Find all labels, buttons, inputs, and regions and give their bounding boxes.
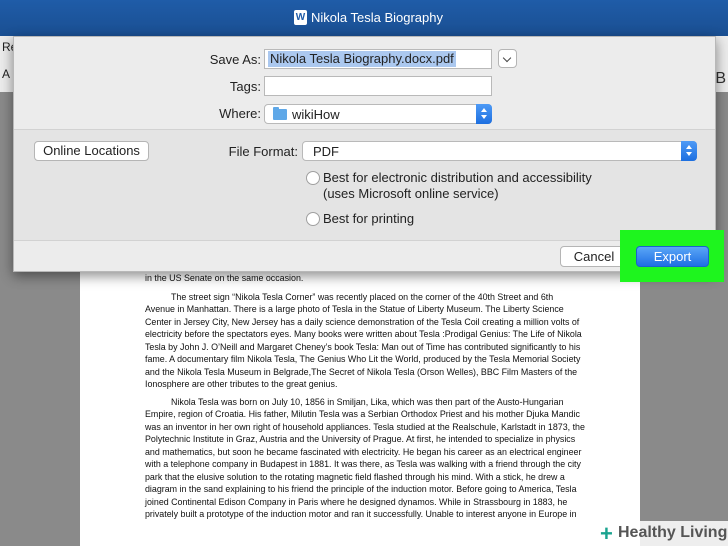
where-label: Where: — [219, 106, 261, 121]
save-dialog: Save As: Nikola Tesla Biography.docx.pdf… — [13, 36, 716, 272]
doc-paragraph: Nikola Tesla was born on July 10, 1856 i… — [145, 396, 585, 520]
save-as-field[interactable]: Nikola Tesla Biography.docx.pdf — [264, 49, 492, 69]
option-electronic-sublabel: (uses Microsoft online service) — [323, 186, 499, 201]
where-value: wikiHow — [292, 107, 340, 122]
expand-dialog-button[interactable] — [498, 49, 517, 68]
file-format-value: PDF — [313, 144, 339, 159]
export-button[interactable]: Export — [636, 246, 709, 267]
window-title-bar: W Nikola Tesla Biography — [0, 0, 728, 36]
doc-paragraph: The street sign “Nikola Tesla Corner” wa… — [145, 291, 582, 390]
healthy-living-watermark: + Healthy Living — [596, 521, 728, 546]
doc-line: in the US Senate on the same occasion. — [145, 273, 304, 283]
chevron-down-icon — [502, 53, 512, 63]
tags-label: Tags: — [229, 79, 261, 94]
option-electronic-label: Best for electronic distribution and acc… — [323, 170, 592, 185]
radio-electronic-distribution[interactable] — [306, 171, 320, 185]
online-locations-button[interactable]: Online Locations — [34, 141, 149, 161]
popup-arrows-icon — [476, 104, 492, 124]
dialog-top-section: Save As: Nikola Tesla Biography.docx.pdf… — [14, 37, 715, 129]
folder-icon — [273, 107, 287, 120]
word-icon: W — [294, 10, 307, 25]
options-section: Online Locations File Format: PDF Best f… — [14, 130, 715, 240]
save-as-value: Nikola Tesla Biography.docx.pdf — [268, 51, 456, 67]
file-format-popup[interactable]: PDF — [302, 141, 697, 161]
plus-icon: + — [600, 521, 613, 546]
file-format-label: File Format: — [228, 144, 298, 159]
radio-best-for-printing[interactable] — [306, 212, 320, 226]
window-title: Nikola Tesla Biography — [311, 10, 443, 25]
popup-arrows-icon — [681, 141, 697, 161]
save-as-label: Save As: — [209, 52, 261, 67]
where-popup[interactable]: wikiHow — [264, 104, 492, 124]
ribbon-style-preview[interactable]: B — [715, 70, 726, 88]
watermark-text: Healthy Living — [618, 524, 728, 541]
tags-field[interactable] — [264, 76, 492, 96]
document-text[interactable]: in the US Senate on the same occasion. T… — [145, 272, 585, 526]
ribbon-font-control[interactable]: A — [2, 67, 10, 81]
option-printing-label: Best for printing — [323, 211, 415, 226]
cancel-button[interactable]: Cancel — [560, 246, 628, 267]
